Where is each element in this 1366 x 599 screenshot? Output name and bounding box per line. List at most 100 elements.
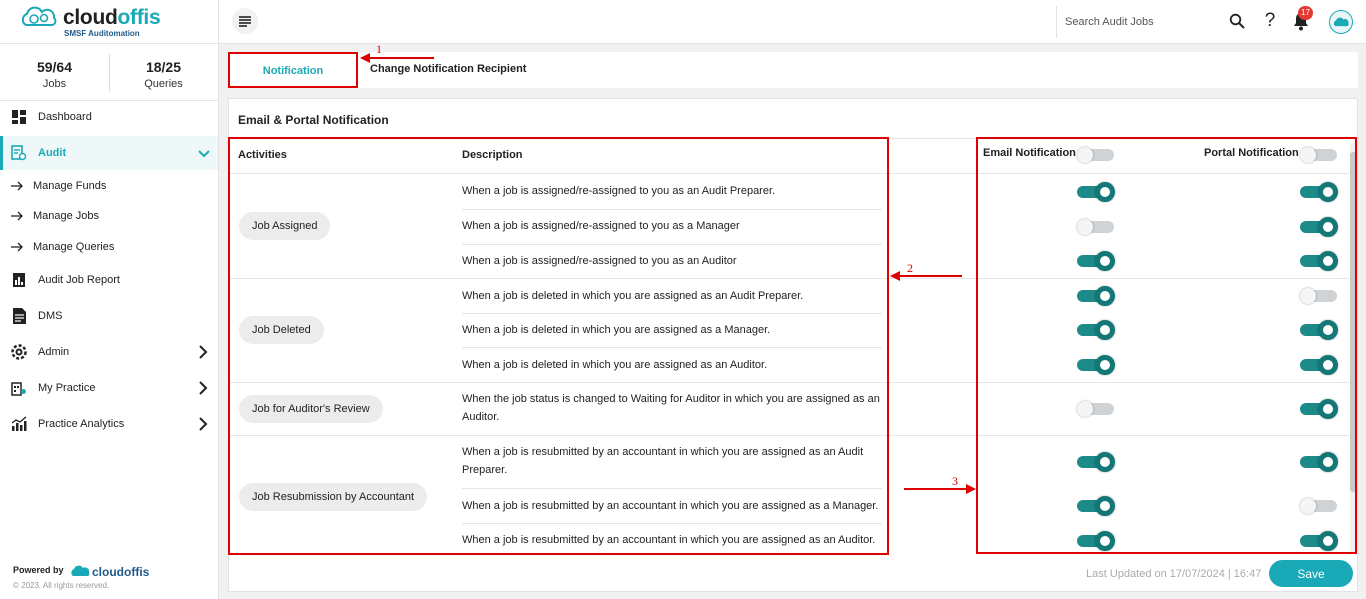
activity-pill: Job for Auditor's Review	[239, 394, 383, 423]
notification-card: Email & Portal Notification Activities D…	[228, 98, 1359, 592]
activity-description: When a job is deleted in which you are a…	[462, 359, 768, 371]
portal-notification-toggle[interactable]	[1300, 181, 1338, 203]
activity-description: When a job is assigned/re-assigned to yo…	[462, 255, 737, 267]
arrow-right-icon	[11, 211, 23, 221]
nav-audit-job-report-label: Audit Job Report	[38, 274, 120, 286]
description-header: Description	[462, 149, 523, 161]
search-input[interactable]	[1065, 13, 1220, 31]
portal-master-toggle[interactable]	[1300, 144, 1338, 166]
nav-manage-funds-label: Manage Funds	[33, 180, 107, 192]
nav-dashboard-label: Dashboard	[38, 111, 92, 123]
queries-stat[interactable]: 18/25 Queries	[109, 44, 218, 101]
row-divider	[229, 382, 1349, 383]
brand-tagline: SMSF Auditomation	[64, 29, 140, 38]
activity-description: When the job status is changed to Waitin…	[462, 393, 880, 423]
chevron-right-icon	[199, 381, 208, 395]
chevron-right-icon	[199, 345, 208, 359]
portal-notification-toggle[interactable]	[1300, 250, 1338, 272]
audit-icon	[11, 145, 27, 161]
gear-icon	[11, 344, 27, 360]
tab-notification-preferences[interactable]: Notification Preferences	[228, 52, 358, 111]
portal-notification-toggle[interactable]	[1300, 216, 1338, 238]
scrollbar-thumb[interactable]	[1350, 152, 1356, 492]
nav-practice-analytics-label: Practice Analytics	[38, 418, 125, 430]
activity-description: When a job is deleted in which you are a…	[462, 290, 804, 302]
avatar[interactable]	[1329, 10, 1353, 34]
portal-notification-toggle[interactable]	[1300, 319, 1338, 341]
search-icon[interactable]	[1229, 13, 1245, 29]
card-divider	[229, 138, 1359, 139]
powered-by-label: Powered by	[13, 565, 64, 575]
queries-count: 18/25	[145, 59, 182, 75]
nav-admin[interactable]: Admin	[0, 335, 218, 369]
brand-name: cloudoffis	[63, 6, 161, 29]
row-divider	[462, 209, 882, 210]
portal-notification-toggle[interactable]	[1300, 285, 1338, 307]
portal-notification-header: Portal Notification	[1204, 147, 1299, 159]
nav-practice-analytics[interactable]: Practice Analytics	[0, 407, 218, 441]
menu-toggle-button[interactable]	[232, 8, 258, 34]
activity-pill: Job Resubmission by Accountant	[239, 482, 428, 511]
email-notification-toggle[interactable]	[1077, 398, 1115, 420]
notification-count-badge: 17	[1298, 6, 1313, 20]
activity-description: When a job is resubmitted by an accounta…	[462, 534, 876, 546]
row-divider	[229, 435, 1349, 436]
nav-dms[interactable]: DMS	[0, 299, 218, 333]
chevron-right-icon	[199, 417, 208, 431]
email-notification-toggle[interactable]	[1077, 216, 1115, 238]
email-notification-toggle[interactable]	[1077, 181, 1115, 203]
jobs-label: Jobs	[42, 78, 67, 90]
document-icon	[11, 308, 27, 324]
portal-notification-toggle[interactable]	[1300, 451, 1338, 473]
stats-panel: 59/64 Jobs 18/25 Queries	[0, 44, 218, 101]
hamburger-icon	[239, 16, 251, 27]
portal-notification-toggle[interactable]	[1300, 398, 1338, 420]
help-icon[interactable]: ?	[1263, 10, 1277, 32]
tab-change-notification-recipient[interactable]: Change Notification Recipient	[370, 52, 526, 88]
activity-description: When a job is assigned/re-assigned to yo…	[462, 185, 776, 197]
nav-audit-label: Audit	[38, 147, 67, 159]
email-notification-toggle[interactable]	[1077, 530, 1115, 552]
email-notification-header: Email Notification	[983, 147, 1076, 159]
nav-manage-queries[interactable]: Manage Queries	[0, 234, 218, 260]
nav-manage-queries-label: Manage Queries	[33, 241, 115, 253]
nav-manage-jobs[interactable]: Manage Jobs	[0, 203, 218, 229]
powered-by-brand: cloudoffis	[69, 562, 149, 580]
section-title: Email & Portal Notification	[238, 113, 389, 127]
nav-dashboard[interactable]: Dashboard	[0, 100, 218, 134]
email-notification-toggle[interactable]	[1077, 250, 1115, 272]
nav-manage-jobs-label: Manage Jobs	[33, 210, 100, 222]
portal-notification-toggle[interactable]	[1300, 530, 1338, 552]
row-divider	[462, 347, 882, 348]
tabs-bar: Notification Preferences Change Notifica…	[228, 52, 1358, 111]
jobs-stat[interactable]: 59/64 Jobs	[0, 44, 109, 101]
cloud-logo-icon	[71, 565, 90, 576]
activity-description: When a job is resubmitted by an accounta…	[462, 500, 879, 512]
email-notification-toggle[interactable]	[1077, 451, 1115, 473]
email-master-toggle[interactable]	[1077, 144, 1115, 166]
nav-audit[interactable]: Audit	[0, 136, 218, 170]
email-notification-toggle[interactable]	[1077, 319, 1115, 341]
arrow-right-icon	[11, 181, 23, 191]
annotation-label-1: 1	[376, 42, 382, 56]
nav-manage-funds[interactable]: Manage Funds	[0, 173, 218, 199]
row-divider	[462, 523, 882, 524]
nav-my-practice[interactable]: My Practice	[0, 371, 218, 405]
email-notification-toggle[interactable]	[1077, 495, 1115, 517]
report-icon	[11, 272, 27, 288]
email-notification-toggle[interactable]	[1077, 354, 1115, 376]
brand-logo[interactable]: cloudoffis SMSF Auditomation	[0, 0, 218, 44]
activities-header: Activities	[238, 149, 287, 161]
activity-pill: Job Deleted	[239, 316, 324, 344]
row-divider	[462, 313, 882, 314]
portal-notification-toggle[interactable]	[1300, 354, 1338, 376]
row-divider	[229, 173, 1349, 174]
email-notification-toggle[interactable]	[1077, 285, 1115, 307]
portal-notification-toggle[interactable]	[1300, 495, 1338, 517]
row-divider	[462, 488, 882, 489]
save-button[interactable]: Save	[1269, 560, 1353, 587]
activity-pill: Job Assigned	[239, 212, 331, 240]
nav-audit-job-report[interactable]: Audit Job Report	[0, 263, 218, 297]
row-divider	[229, 278, 1349, 279]
jobs-count: 59/64	[36, 59, 73, 75]
